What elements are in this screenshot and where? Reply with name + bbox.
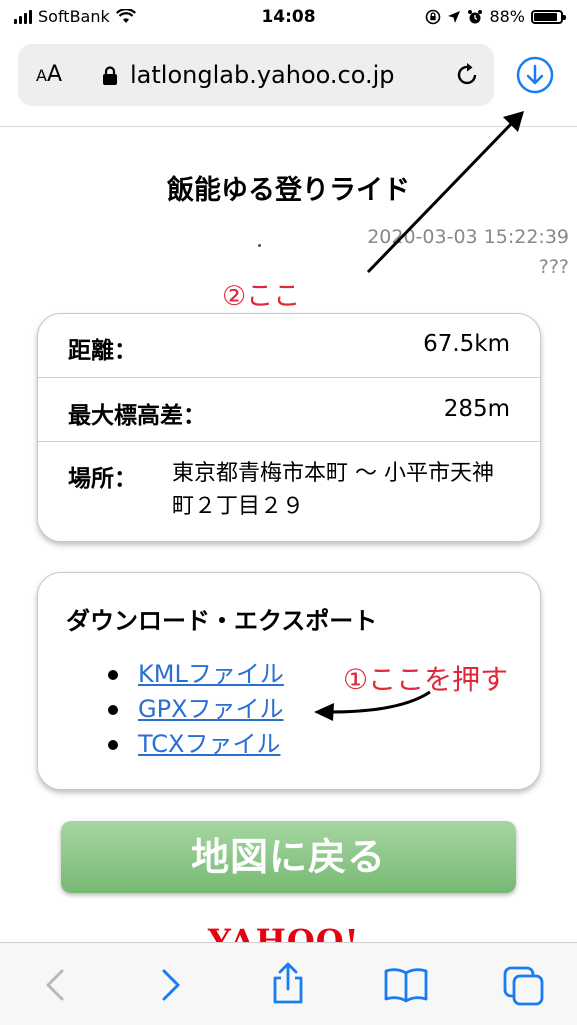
ride-info-card: 距離： 67.5km 最大標高差： 285m 場所： 東京都青梅市本町 〜 小平… xyxy=(37,313,541,542)
battery-percent: 88% xyxy=(489,7,525,26)
text-size-button[interactable]: AA xyxy=(36,62,62,87)
place-value: 東京都青梅市本町 〜 小平市天神町２丁目２９ xyxy=(172,461,494,519)
distance-value: 67.5km xyxy=(423,331,510,357)
ride-datetime: 2020-03-03 15:22:39 xyxy=(367,226,569,248)
share-icon[interactable] xyxy=(268,961,308,1005)
distance-label: 距離： xyxy=(68,338,137,364)
bookmarks-icon[interactable] xyxy=(383,965,429,1005)
kml-file-link[interactable]: KMLファイル xyxy=(138,660,284,688)
place-label: 場所： xyxy=(68,466,137,492)
elevation-label: 最大標高差： xyxy=(68,403,206,429)
elevation-value: 285m xyxy=(443,396,510,422)
orientation-lock-icon xyxy=(426,9,441,24)
download-list: KMLファイル GPXファイル TCXファイル xyxy=(66,657,284,762)
battery-icon xyxy=(531,9,566,24)
place-row: 場所： 東京都青梅市本町 〜 小平市天神町２丁目２９ xyxy=(38,441,540,541)
list-item: KMLファイル xyxy=(108,657,284,692)
reload-icon[interactable] xyxy=(454,62,480,88)
ride-author: ??? xyxy=(538,256,569,278)
page-title: 飯能ゆる登りライド xyxy=(167,175,410,206)
annotation-step1: ①ここを押す xyxy=(343,663,509,696)
elevation-row: 最大標高差： 285m xyxy=(38,377,540,442)
downloads-icon[interactable] xyxy=(516,56,554,94)
alarm-icon xyxy=(468,9,483,23)
tabs-icon[interactable] xyxy=(502,965,546,1007)
browser-address-area: AA latlonglab.yahoo.co.jp xyxy=(0,36,577,127)
forward-icon[interactable] xyxy=(158,965,184,1005)
distance-row: 距離： 67.5km xyxy=(38,314,540,378)
lock-icon xyxy=(103,66,117,85)
address-bar[interactable]: AA latlonglab.yahoo.co.jp xyxy=(18,44,494,106)
dot xyxy=(258,244,261,247)
list-item: TCXファイル xyxy=(108,727,284,762)
annotation-step2: ②ここ xyxy=(222,281,301,312)
gpx-file-link[interactable]: GPXファイル xyxy=(138,695,284,723)
back-to-map-button[interactable]: 地図に戻る xyxy=(61,821,516,893)
location-icon xyxy=(448,10,461,23)
browser-toolbar xyxy=(0,942,577,1025)
tcx-file-link[interactable]: TCXファイル xyxy=(138,730,280,758)
status-bar: SoftBank 14:08 88% xyxy=(0,0,577,36)
download-heading: ダウンロード・エクスポート xyxy=(66,607,378,635)
url-text[interactable]: latlonglab.yahoo.co.jp xyxy=(130,61,395,89)
status-right: 88% xyxy=(425,7,566,26)
list-item: GPXファイル xyxy=(108,692,284,727)
back-icon[interactable] xyxy=(42,965,68,1005)
